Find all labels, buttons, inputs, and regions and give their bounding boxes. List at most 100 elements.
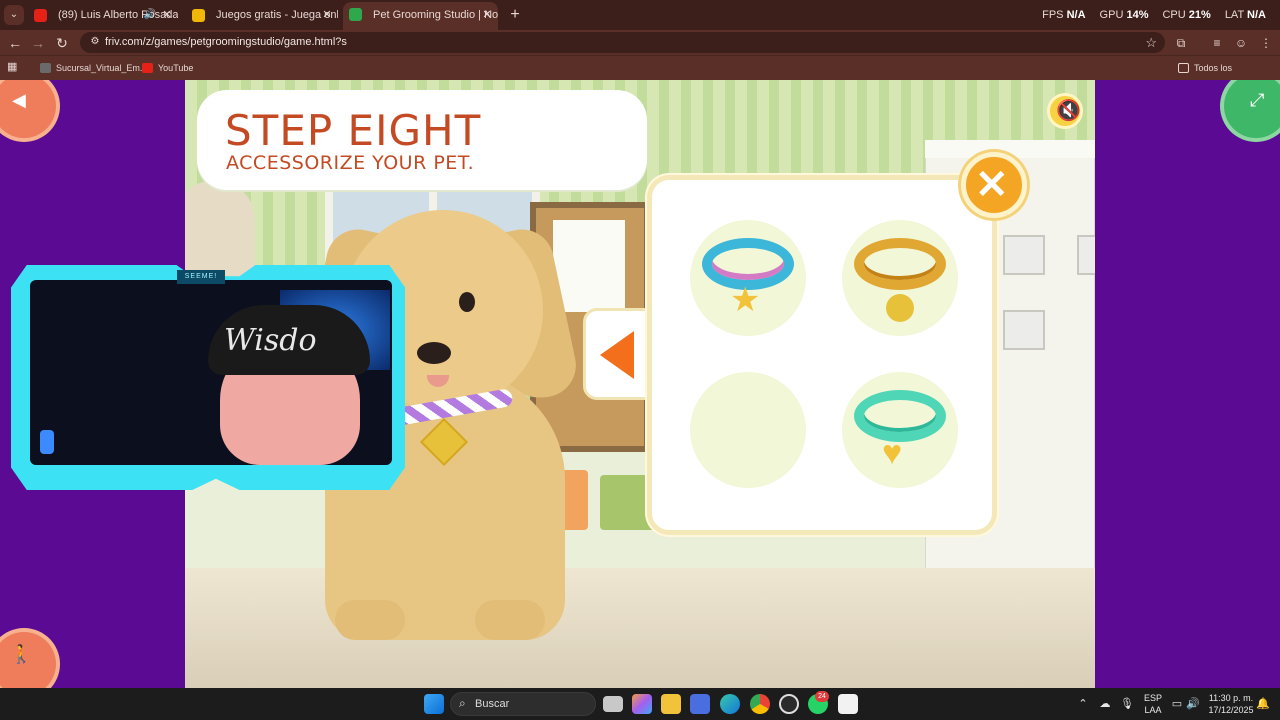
bookmark-label: Sucursal_Virtual_Em... [56, 63, 148, 73]
extensions-icon[interactable]: ⧉ [1171, 33, 1191, 53]
tab-youtube[interactable]: (89) Luis Alberto Posada - E 🔊 ✕ [28, 3, 178, 27]
forward-arrow-icon[interactable]: → [28, 33, 48, 53]
address-bar[interactable]: ⚙ friv.com/z/games/petgroomingstudio/gam… [80, 32, 1165, 53]
tab-juegos[interactable]: Juegos gratis - Juega online en ✕ [186, 3, 338, 27]
language-code: ESP [1143, 693, 1162, 703]
notification-badge: 24 [815, 691, 829, 702]
expand-icon: ⤢ [1250, 90, 1265, 110]
page-viewport: ◀ ⤢ 🚶 STEP EIGHT ACCESSORIZE YOUR PET. 🔇… [0, 80, 1280, 688]
obs-icon[interactable] [779, 694, 799, 714]
clock[interactable]: 11:30 p. m. 17/12/2025 [1206, 688, 1256, 720]
wall-clock [185, 180, 255, 276]
windows-start-icon[interactable] [424, 694, 444, 714]
accessory-panel: ★ ♥ [647, 175, 997, 535]
accessory-slot-empty[interactable] [690, 372, 806, 488]
webcam-feed: Wisdo [30, 280, 392, 465]
date-text: 17/12/2025 [1208, 705, 1254, 715]
metric-gpu: GPU 14% [1099, 9, 1149, 21]
speaker-muted-icon: 🔇 [1056, 100, 1081, 122]
game-favicon-icon [349, 8, 362, 21]
exit-game-button[interactable]: 🚶 [0, 632, 56, 688]
network-icon[interactable]: ▭ [1170, 688, 1184, 720]
mute-button[interactable]: 🔇 [1047, 93, 1083, 129]
bookmark-sucursal[interactable]: Sucursal_Virtual_Em... [40, 56, 147, 80]
checklist-paper [553, 220, 625, 312]
profile-avatar[interactable]: ☺ [1231, 33, 1251, 53]
tab-close-icon[interactable]: ✕ [320, 3, 334, 27]
tab-close-icon[interactable]: ✕ [160, 3, 174, 27]
notifications-icon[interactable]: 🔔 [1256, 688, 1270, 720]
chrome-icon[interactable] [750, 694, 770, 714]
close-icon: ✕ [975, 163, 1009, 207]
heart-charm-icon: ♥ [882, 434, 903, 472]
star-charm-icon: ★ [730, 281, 761, 319]
file-explorer-icon[interactable] [661, 694, 681, 714]
speaker-icon[interactable]: 🔊 [144, 3, 156, 27]
tab-search-icon[interactable]: ⌄ [4, 5, 24, 25]
metric-fps: FPS N/A [1042, 9, 1086, 21]
cabinet-drawer [1077, 235, 1095, 275]
accessory-slot-green-heart-collar[interactable]: ♥ [842, 372, 958, 488]
performance-overlay: FPS N/A GPU 14% CPU 21% LAT N/A [1042, 0, 1266, 30]
url-text[interactable]: friv.com/z/games/petgroomingstudio/game.… [105, 32, 347, 53]
cabinet-drawer [1003, 235, 1045, 275]
close-panel-button[interactable]: ✕ [961, 152, 1027, 218]
bookmarks-bar: ▦ Sucursal_Virtual_Em... YouTube Todos l… [0, 55, 1280, 97]
previous-page-button[interactable] [583, 308, 649, 400]
copilot-icon[interactable] [632, 694, 652, 714]
back-game-button[interactable]: ◀ [0, 80, 56, 138]
collar-ring [854, 238, 946, 290]
apps-grid-icon[interactable]: ▦ [7, 61, 19, 73]
search-placeholder: Buscar [475, 698, 510, 710]
pc-led-light [40, 430, 54, 454]
task-view-icon[interactable] [603, 696, 623, 712]
windows-taskbar: ⌕ Buscar 24 ⌃ ☁ 🎙 ESP LAA ▭ 🔊 11:30 p. m… [0, 688, 1280, 720]
reload-icon[interactable]: ↻ [52, 33, 72, 53]
youtube-icon [142, 63, 153, 73]
dog-nose [417, 342, 451, 364]
new-tab-button[interactable]: + [505, 5, 525, 25]
tray-chevron-icon[interactable]: ⌃ [1076, 688, 1090, 720]
taskbar-search[interactable]: ⌕ Buscar [450, 692, 596, 716]
dog-eye [459, 292, 475, 312]
grooming-counter [185, 568, 1095, 688]
search-icon: ⌕ [459, 696, 466, 710]
language-indicator[interactable]: ESP LAA [1140, 688, 1166, 720]
youtube-favicon-icon [34, 9, 47, 22]
bookmark-label: YouTube [158, 63, 194, 73]
edge-icon[interactable] [720, 694, 740, 714]
bookmark-star-icon[interactable]: ☆ [1145, 32, 1157, 53]
left-arrow-icon [600, 331, 634, 379]
accessory-slot-gold-collar[interactable] [842, 220, 958, 336]
browser-toolbar: ← → ↻ ⚙ friv.com/z/games/petgroomingstud… [0, 30, 1280, 55]
step-title: STEP EIGHT [225, 106, 482, 155]
metric-cpu: CPU 21% [1162, 9, 1211, 21]
tab-pet-grooming[interactable]: Pet Grooming Studio | No Ads | ✕ [343, 2, 498, 30]
all-bookmarks[interactable]: Todos los marcadores [1178, 56, 1280, 97]
tab-strip: ⌄ (89) Luis Alberto Posada - E 🔊 ✕ Juego… [0, 0, 1280, 30]
bookmark-youtube[interactable]: YouTube [142, 56, 193, 80]
onedrive-icon[interactable]: ☁ [1097, 688, 1113, 720]
keyboard-layout: LAA [1144, 705, 1162, 715]
globe-icon [40, 63, 51, 73]
left-triangle-icon: ◀ [12, 90, 26, 110]
volume-icon[interactable]: 🔊 [1186, 688, 1200, 720]
dog-paw [335, 600, 405, 640]
time-text: 11:30 p. m. [1208, 693, 1254, 703]
capcut-icon[interactable] [838, 694, 858, 714]
dog-paw [475, 600, 545, 640]
round-charm-icon [886, 294, 914, 322]
fullscreen-button[interactable]: ⤢ [1224, 80, 1280, 138]
media-icon[interactable]: ≡ [1207, 33, 1227, 53]
back-arrow-icon[interactable]: ← [5, 33, 25, 53]
cabinet-drawer [1003, 310, 1045, 350]
menu-icon[interactable]: ⋮ [1256, 33, 1276, 53]
step-subtitle: ACCESSORIZE YOUR PET. [226, 152, 475, 174]
site-info-icon[interactable]: ⚙ [88, 35, 102, 49]
tab-close-icon[interactable]: ✕ [480, 2, 494, 28]
folder-icon [1178, 63, 1189, 73]
friv-favicon-icon [192, 9, 205, 22]
accessory-slot-blue-star-collar[interactable]: ★ [690, 220, 806, 336]
microphone-icon[interactable]: 🎙 [1120, 688, 1134, 720]
store-icon[interactable] [690, 694, 710, 714]
